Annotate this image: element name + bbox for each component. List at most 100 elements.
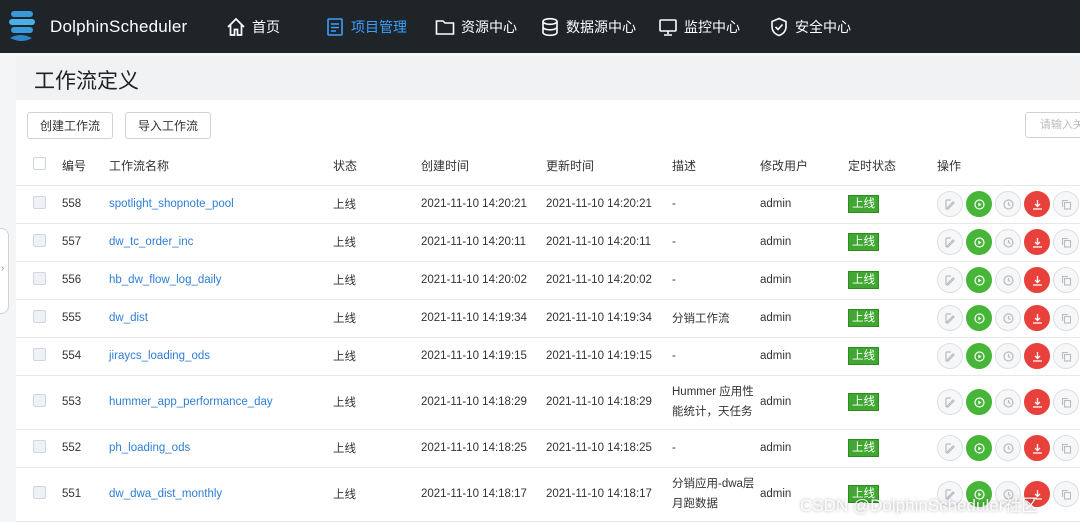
workflow-description: -: [672, 185, 760, 224]
workflow-name-link[interactable]: jiraycs_loading_ods: [109, 350, 210, 362]
workflow-description: 分销工作流: [672, 299, 760, 338]
row-checkbox[interactable]: [33, 348, 46, 361]
run-button[interactable]: [966, 305, 992, 331]
sidebar-expand-handle[interactable]: ›: [0, 228, 9, 314]
download-icon: [1032, 351, 1042, 362]
nav-home[interactable]: 首页: [226, 0, 280, 53]
timing-button[interactable]: [995, 305, 1021, 331]
nav-resource-label: 资源中心: [461, 18, 517, 35]
workflow-name-link[interactable]: dw_tc_order_inc: [109, 236, 193, 248]
download-button[interactable]: [1024, 389, 1050, 415]
timing-status-badge: 上线: [848, 309, 879, 327]
run-button[interactable]: [966, 435, 992, 461]
nav-datasource[interactable]: 数据源中心: [540, 0, 636, 53]
edit-icon: [944, 198, 955, 210]
download-icon: [1032, 397, 1042, 408]
timing-button[interactable]: [995, 343, 1021, 369]
copy-button[interactable]: [1053, 435, 1079, 461]
row-actions: [937, 305, 1080, 331]
edit-button[interactable]: [937, 389, 963, 415]
edit-button[interactable]: [937, 435, 963, 461]
clock-icon: [1002, 198, 1014, 210]
copy-icon: [1061, 313, 1071, 324]
run-button[interactable]: [966, 389, 992, 415]
nav-project[interactable]: 项目管理: [325, 0, 407, 53]
workflow-status: 上线: [333, 375, 421, 430]
edit-button[interactable]: [937, 343, 963, 369]
timing-button[interactable]: [995, 435, 1021, 461]
edit-button[interactable]: [937, 229, 963, 255]
table-row: 552 ph_loading_ods 上线 2021-11-10 14:18:25 20…: [16, 429, 1080, 468]
copy-button[interactable]: [1053, 481, 1079, 507]
workflow-name-link[interactable]: spotlight_shopnote_pool: [109, 198, 234, 210]
download-button[interactable]: [1024, 435, 1050, 461]
download-button[interactable]: [1024, 229, 1050, 255]
edit-button[interactable]: [937, 191, 963, 217]
row-checkbox[interactable]: [33, 440, 46, 453]
workflow-name-link[interactable]: dw_dist: [109, 312, 148, 324]
row-checkbox[interactable]: [33, 486, 46, 499]
timing-button[interactable]: [995, 229, 1021, 255]
select-all-checkbox[interactable]: [33, 157, 46, 171]
nav-resource[interactable]: 资源中心: [435, 0, 517, 53]
workflow-description: -: [672, 429, 760, 468]
workflow-name-link[interactable]: dw_dwa_dist_monthly: [109, 488, 222, 500]
row-checkbox[interactable]: [33, 272, 46, 285]
dolphin-logo-icon: [9, 11, 35, 41]
timing-button[interactable]: [995, 267, 1021, 293]
table-row: 556 hb_dw_flow_log_daily 上线 2021-11-10 14:2…: [16, 261, 1080, 300]
workflow-status: 上线: [333, 429, 421, 468]
workflow-name-link[interactable]: hb_dw_flow_log_daily: [109, 274, 222, 286]
download-button[interactable]: [1024, 267, 1050, 293]
edit-button[interactable]: [937, 267, 963, 293]
nav-monitor[interactable]: 监控中心: [658, 0, 740, 53]
timing-button[interactable]: [995, 389, 1021, 415]
timing-button[interactable]: [995, 191, 1021, 217]
copy-icon: [1061, 489, 1071, 500]
run-button[interactable]: [966, 229, 992, 255]
workflow-name-link[interactable]: hummer_app_performance_day: [109, 396, 273, 408]
created-time: 2021-11-10 14:19:15: [421, 337, 546, 376]
download-icon: [1032, 313, 1042, 324]
download-button[interactable]: [1024, 191, 1050, 217]
edit-icon: [944, 274, 955, 286]
nav-security[interactable]: 安全中心: [769, 0, 851, 53]
copy-button[interactable]: [1053, 305, 1079, 331]
copy-button[interactable]: [1053, 267, 1079, 293]
copy-icon: [1061, 199, 1071, 210]
run-button[interactable]: [966, 267, 992, 293]
chevron-right-icon: ›: [1, 263, 5, 274]
timing-status-badge: 上线: [848, 393, 879, 411]
edit-button[interactable]: [937, 305, 963, 331]
top-navbar: DolphinScheduler 首页 项目管理 资源中心 数据源中心 监控中心…: [0, 0, 1080, 53]
play-icon: [973, 198, 985, 210]
row-checkbox[interactable]: [33, 196, 46, 209]
app-logo[interactable]: DolphinScheduler: [6, 8, 187, 46]
copy-button[interactable]: [1053, 389, 1079, 415]
workflow-description: -: [672, 337, 760, 376]
copy-icon: [1061, 443, 1071, 454]
create-workflow-button[interactable]: 创建工作流: [27, 112, 113, 139]
copy-button[interactable]: [1053, 343, 1079, 369]
updated-time: 2021-11-10 14:18:25: [546, 429, 672, 468]
download-button[interactable]: [1024, 343, 1050, 369]
play-icon: [973, 274, 985, 286]
search-input[interactable]: 请输入关键词: [1025, 112, 1080, 138]
import-workflow-button[interactable]: 导入工作流: [125, 112, 211, 139]
run-button[interactable]: [966, 343, 992, 369]
row-checkbox[interactable]: [33, 394, 46, 407]
workflow-id: 556: [62, 261, 109, 300]
created-time: 2021-11-10 14:18:29: [421, 375, 546, 430]
workflow-name-link[interactable]: ph_loading_ods: [109, 442, 190, 454]
copy-button[interactable]: [1053, 191, 1079, 217]
modified-user: admin: [760, 185, 848, 224]
row-checkbox[interactable]: [33, 310, 46, 323]
copy-button[interactable]: [1053, 229, 1079, 255]
folder-icon: [435, 19, 455, 35]
row-checkbox[interactable]: [33, 234, 46, 247]
download-button[interactable]: [1024, 305, 1050, 331]
run-button[interactable]: [966, 191, 992, 217]
row-actions: [937, 267, 1080, 293]
table-body: 558 spotlight_shopnote_pool 上线 2021-11-10 1…: [16, 185, 1080, 522]
download-icon: [1032, 199, 1042, 210]
